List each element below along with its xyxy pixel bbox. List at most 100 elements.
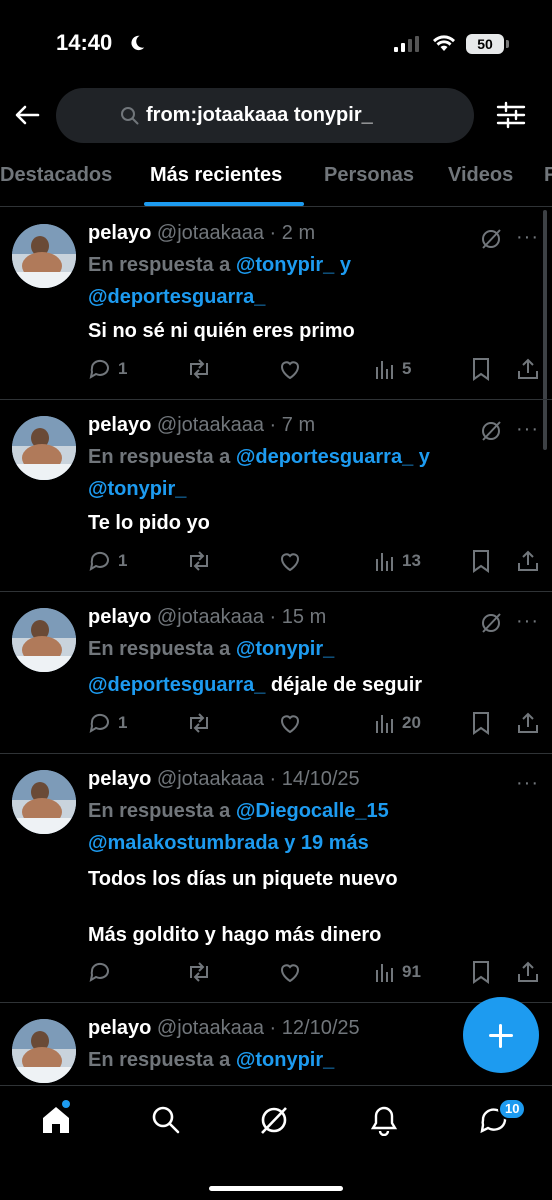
tweet-header: pelayo @jotaakaaa · 12/10/25 bbox=[88, 1017, 360, 1040]
tweet-time[interactable]: 7 m bbox=[282, 414, 315, 436]
tweet[interactable]: pelayo @jotaakaaa · 7 m ··· En respuesta… bbox=[0, 400, 552, 592]
mention-link[interactable]: @malakostumbrada bbox=[88, 832, 279, 854]
retweet-button[interactable] bbox=[186, 354, 218, 384]
reply-prefix: En respuesta a bbox=[88, 800, 231, 822]
tab-mas-recientes[interactable]: Más recientes bbox=[150, 164, 282, 187]
avatar[interactable] bbox=[12, 770, 76, 834]
more-options-icon[interactable]: ··· bbox=[516, 772, 539, 795]
reply-to-line-2: @tonypir_ bbox=[88, 478, 186, 501]
bookmark-button[interactable] bbox=[470, 708, 492, 738]
tweet[interactable]: pelayo @jotaakaaa · 14/10/25 ··· En resp… bbox=[0, 754, 552, 1003]
author-name[interactable]: pelayo bbox=[88, 768, 151, 790]
mention-link[interactable]: @deportesguarra_ bbox=[88, 286, 265, 308]
like-button[interactable] bbox=[278, 957, 308, 987]
author-name[interactable]: pelayo bbox=[88, 222, 151, 244]
like-button[interactable] bbox=[278, 354, 308, 384]
reply-icon bbox=[89, 713, 109, 734]
views-button[interactable]: 13 bbox=[374, 546, 421, 576]
tweet[interactable]: pelayo @jotaakaaa · 2 m ··· En respuesta… bbox=[0, 208, 552, 400]
author-handle[interactable]: @jotaakaaa bbox=[157, 1017, 264, 1039]
mention-link[interactable]: @deportesguarra_ bbox=[236, 446, 413, 468]
retweet-button[interactable] bbox=[186, 957, 218, 987]
share-button[interactable] bbox=[516, 354, 540, 384]
heart-icon bbox=[281, 553, 299, 572]
mention-link[interactable]: @tonypir_ bbox=[236, 1049, 334, 1071]
bookmark-icon bbox=[473, 712, 489, 735]
separator-dot: · bbox=[269, 414, 277, 436]
search-icon[interactable] bbox=[150, 1104, 182, 1136]
tab-more[interactable]: F bbox=[544, 164, 552, 187]
like-button[interactable] bbox=[278, 708, 308, 738]
more-mentions-link[interactable]: y 19 más bbox=[284, 832, 369, 854]
share-icon bbox=[518, 358, 538, 379]
views-chart-icon bbox=[376, 553, 393, 571]
views-count: 13 bbox=[402, 551, 421, 570]
bell-icon[interactable] bbox=[368, 1104, 400, 1136]
share-icon bbox=[518, 550, 538, 571]
bookmark-button[interactable] bbox=[470, 546, 492, 576]
separator-dot: · bbox=[269, 222, 277, 244]
author-name[interactable]: pelayo bbox=[88, 414, 151, 436]
reply-button[interactable] bbox=[88, 957, 118, 987]
mention-link[interactable]: @tonypir_ bbox=[236, 254, 334, 276]
search-input[interactable]: from:jotaakaaa tonypir_ bbox=[56, 88, 474, 143]
author-handle[interactable]: @jotaakaaa bbox=[157, 222, 264, 244]
filter-settings-icon[interactable] bbox=[496, 101, 526, 129]
more-options-icon[interactable]: ··· bbox=[516, 418, 539, 441]
avatar-photo bbox=[12, 608, 76, 672]
share-button[interactable] bbox=[516, 708, 540, 738]
tweet-time[interactable]: 2 m bbox=[282, 222, 315, 244]
avatar[interactable] bbox=[12, 416, 76, 480]
compose-post-button[interactable] bbox=[463, 997, 539, 1073]
avatar[interactable] bbox=[12, 608, 76, 672]
retweet-button[interactable] bbox=[186, 546, 218, 576]
author-name[interactable]: pelayo bbox=[88, 1017, 151, 1039]
like-button[interactable] bbox=[278, 546, 308, 576]
author-handle[interactable]: @jotaakaaa bbox=[157, 414, 264, 436]
reply-count: 1 bbox=[118, 359, 128, 378]
mention-link[interactable]: @tonypir_ bbox=[88, 478, 186, 500]
back-arrow-icon[interactable] bbox=[12, 100, 42, 130]
avatar-photo bbox=[12, 416, 76, 480]
retweet-button[interactable] bbox=[186, 708, 218, 738]
tab-personas[interactable]: Personas bbox=[324, 164, 414, 187]
author-handle[interactable]: @jotaakaaa bbox=[157, 606, 264, 628]
author-name[interactable]: pelayo bbox=[88, 606, 151, 628]
author-handle[interactable]: @jotaakaaa bbox=[157, 768, 264, 790]
reply-button[interactable]: 1 bbox=[88, 708, 127, 738]
grok-icon[interactable] bbox=[480, 420, 502, 442]
share-button[interactable] bbox=[516, 957, 540, 987]
retweet-icon bbox=[190, 713, 208, 733]
more-options-icon[interactable]: ··· bbox=[516, 226, 539, 249]
grok-icon[interactable] bbox=[480, 228, 502, 250]
tweet-time[interactable]: 15 m bbox=[282, 606, 326, 628]
home-icon[interactable] bbox=[40, 1104, 72, 1136]
home-notification-dot bbox=[62, 1100, 70, 1108]
tab-videos[interactable]: Videos bbox=[448, 164, 513, 187]
grok-icon[interactable] bbox=[258, 1104, 290, 1136]
reply-button[interactable]: 1 bbox=[88, 354, 127, 384]
mention-link[interactable]: @tonypir_ bbox=[236, 638, 334, 660]
bookmark-button[interactable] bbox=[470, 354, 492, 384]
avatar[interactable] bbox=[12, 1019, 76, 1083]
grok-icon[interactable] bbox=[480, 612, 502, 634]
share-button[interactable] bbox=[516, 546, 540, 576]
avatar[interactable] bbox=[12, 224, 76, 288]
home-indicator[interactable] bbox=[209, 1186, 343, 1191]
mention-link[interactable]: @deportesguarra_ bbox=[88, 674, 265, 696]
mention-link[interactable]: @Diegocalle_15 bbox=[236, 800, 389, 822]
tweet-actions: 1 20 bbox=[88, 708, 544, 738]
tweet[interactable]: pelayo @jotaakaaa · 15 m ··· En respuest… bbox=[0, 592, 552, 754]
views-button[interactable]: 5 bbox=[374, 354, 411, 384]
cellular-signal-icon bbox=[394, 36, 419, 52]
views-button[interactable]: 20 bbox=[374, 708, 421, 738]
tab-destacados[interactable]: Destacados bbox=[0, 164, 112, 187]
reply-count: 1 bbox=[118, 713, 128, 732]
bookmark-button[interactable] bbox=[470, 957, 492, 987]
tweet-time[interactable]: 12/10/25 bbox=[282, 1017, 360, 1039]
reply-button[interactable]: 1 bbox=[88, 546, 127, 576]
tweet-time[interactable]: 14/10/25 bbox=[282, 768, 360, 790]
reply-count: 1 bbox=[118, 551, 128, 570]
views-button[interactable]: 91 bbox=[374, 957, 421, 987]
more-options-icon[interactable]: ··· bbox=[516, 610, 539, 633]
